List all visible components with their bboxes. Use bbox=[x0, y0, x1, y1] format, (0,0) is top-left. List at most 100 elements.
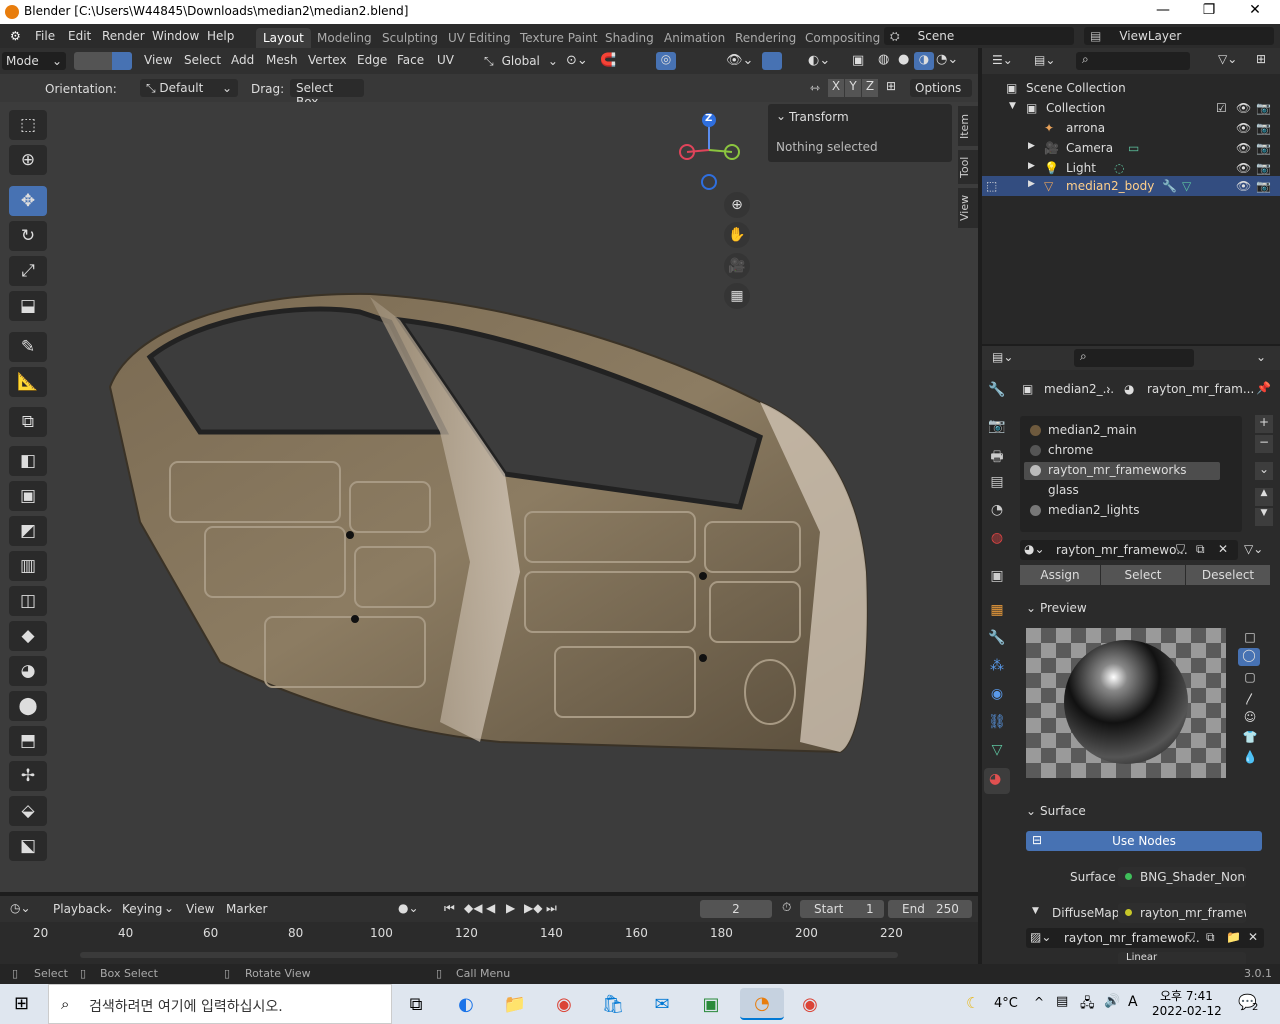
vp-menu-vertex[interactable]: Vertex bbox=[308, 53, 347, 67]
surface-shader-field[interactable]: BNG_Shader_NonO... bbox=[1118, 867, 1246, 887]
diffusemap-field[interactable]: rayton_mr_framew... bbox=[1118, 903, 1246, 923]
pivot-icon[interactable]: ⊙⌄ bbox=[566, 53, 588, 68]
menu-render[interactable]: Render bbox=[102, 29, 145, 43]
store-icon[interactable]: 🛍 bbox=[597, 988, 629, 1020]
smooth-tool-icon[interactable]: ⬤ bbox=[9, 691, 47, 721]
rendered-shading-icon[interactable]: ◔⌄ bbox=[936, 52, 958, 67]
camera-render-icon[interactable]: 📷 bbox=[1256, 161, 1271, 175]
preview-cloth-icon[interactable]: 👕 bbox=[1240, 730, 1260, 744]
open-folder-icon[interactable]: 📁 bbox=[1226, 930, 1241, 944]
taskbar-search-box[interactable]: ⌕ 검색하려면 여기에 입력하십시오. bbox=[48, 984, 392, 1024]
start-frame-field[interactable]: Start 1 bbox=[800, 900, 884, 918]
visibility-icon[interactable]: 👁⌄ bbox=[726, 53, 753, 68]
tab-sculpting[interactable]: Sculpting bbox=[375, 28, 445, 48]
output-tab-icon[interactable]: 🖶 bbox=[986, 446, 1008, 468]
duplicate-icon[interactable]: ⧉ bbox=[1206, 930, 1215, 945]
overlay-icon[interactable]: ◐⌄ bbox=[808, 53, 830, 68]
constraints-tab-icon[interactable]: ⛓ bbox=[986, 714, 1008, 736]
task-view-icon[interactable]: ⧉ bbox=[400, 988, 432, 1020]
data-tab-icon[interactable]: ▽ bbox=[986, 742, 1008, 764]
material-slot-chrome[interactable]: chrome bbox=[1022, 440, 1222, 460]
cursor-tool-icon[interactable]: ⊕ bbox=[9, 145, 47, 175]
network-icon[interactable]: 🖧 bbox=[1080, 994, 1095, 1016]
outliner-item-arrona[interactable]: ✦ arrona 👁 📷 bbox=[982, 118, 1280, 138]
clock-time[interactable]: 오후 7:41 bbox=[1160, 987, 1213, 1004]
expand-arrow-icon[interactable]: ▶ bbox=[1028, 161, 1035, 171]
material-browse-icon[interactable]: ◕⌄ bbox=[1024, 542, 1045, 556]
timeline-scrollbar[interactable] bbox=[80, 952, 898, 958]
blender-taskbar-icon[interactable]: ◔ bbox=[740, 988, 784, 1020]
world-tab-icon[interactable]: ◍ bbox=[986, 530, 1008, 552]
eye-icon[interactable]: 👁 bbox=[1236, 161, 1251, 175]
play-reverse-icon[interactable]: ◀ bbox=[486, 901, 495, 915]
preview-cube-icon[interactable]: ▢ bbox=[1240, 670, 1260, 684]
mail-icon[interactable]: ✉ bbox=[646, 988, 678, 1020]
edge-browser-icon[interactable]: ◐ bbox=[450, 988, 482, 1020]
render-tab-icon[interactable]: 📷 bbox=[986, 418, 1008, 440]
wireframe-shading-icon[interactable]: ◍ bbox=[878, 52, 889, 67]
preview-monkey-icon[interactable]: ☺ bbox=[1240, 710, 1260, 724]
material-slot-median2-lights[interactable]: median2_lights bbox=[1022, 500, 1222, 520]
3d-viewport[interactable]: Z ⊕ ✋ 🎥 ▦ ⌄ Transform Nothing selected bbox=[0, 102, 978, 892]
eye-icon[interactable]: 👁 bbox=[1236, 141, 1251, 155]
tab-shading[interactable]: Shading bbox=[598, 28, 661, 48]
move-slot-up-button[interactable]: ▲ bbox=[1255, 488, 1273, 506]
snap-icon[interactable]: 🧲 bbox=[600, 53, 616, 68]
maximize-button[interactable]: ❐ bbox=[1186, 2, 1232, 18]
tab-layout[interactable]: Layout bbox=[256, 28, 311, 48]
expand-arrow-icon[interactable]: ▼ bbox=[1032, 906, 1039, 916]
playback-menu[interactable]: Playback bbox=[53, 902, 107, 916]
loop-cut-tool-icon[interactable]: ▥ bbox=[9, 551, 47, 581]
chevron-down-icon[interactable]: ⌄ bbox=[1256, 350, 1266, 364]
filter-icon[interactable]: ▽⌄ bbox=[1218, 52, 1237, 66]
rip-tool-icon[interactable]: ⬕ bbox=[9, 831, 47, 861]
timeline-ruler[interactable]: 20 40 60 80 100 120 140 160 180 200 220 bbox=[0, 922, 978, 942]
proportional-edit-button[interactable]: ◎ bbox=[656, 52, 676, 70]
vp-menu-mesh[interactable]: Mesh bbox=[266, 53, 298, 67]
tab-animation[interactable]: Animation bbox=[657, 28, 732, 48]
duplicate-icon[interactable]: ⧉ bbox=[1196, 542, 1205, 557]
fake-user-shield-icon[interactable]: ⛉ bbox=[1176, 542, 1185, 557]
tab-compositing[interactable]: Compositing bbox=[798, 28, 887, 48]
options-dropdown[interactable]: Options bbox=[910, 79, 972, 97]
physics-tab-icon[interactable]: ◉ bbox=[986, 686, 1008, 708]
material-shading-button[interactable]: ◑ bbox=[914, 52, 934, 70]
poly-build-tool-icon[interactable]: ◆ bbox=[9, 621, 47, 651]
tab-view[interactable]: View bbox=[958, 188, 978, 228]
editor-type-icon[interactable]: ▤⌄ bbox=[992, 350, 1013, 364]
file-explorer-icon[interactable]: 📁 bbox=[499, 988, 531, 1020]
deselect-button[interactable]: Deselect bbox=[1186, 565, 1270, 585]
clock-date[interactable]: 2022-02-12 bbox=[1152, 1004, 1222, 1018]
edge-slide-tool-icon[interactable]: ⬒ bbox=[9, 726, 47, 756]
knife-tool-icon[interactable]: ◫ bbox=[9, 586, 47, 616]
mirror-x-button[interactable]: X bbox=[828, 79, 844, 97]
record-icon[interactable]: ●⌄ bbox=[398, 901, 419, 915]
prev-keyframe-icon[interactable]: ◆◀ bbox=[464, 901, 482, 915]
tab-rendering[interactable]: Rendering bbox=[728, 28, 803, 48]
eye-icon[interactable]: 👁 bbox=[1236, 101, 1251, 115]
fake-user-shield-icon[interactable]: ⛉ bbox=[1186, 930, 1195, 945]
preview-fluid-icon[interactable]: 💧 bbox=[1240, 750, 1260, 764]
unlink-icon[interactable]: ✕ bbox=[1248, 930, 1258, 944]
jump-start-icon[interactable]: ⏮ bbox=[444, 901, 455, 916]
material-slot-rayton-mr-frameworks[interactable]: rayton_mr_frameworks bbox=[1022, 460, 1222, 480]
select-button[interactable]: Select bbox=[1101, 565, 1185, 585]
tool-tab-icon[interactable]: 🔧 bbox=[986, 382, 1008, 404]
move-slot-down-button[interactable]: ▼ bbox=[1255, 508, 1273, 526]
tab-modeling[interactable]: Modeling bbox=[310, 28, 379, 48]
collapse-arrow-icon[interactable]: ⌄ bbox=[1026, 804, 1036, 818]
mirror-z-button[interactable]: Z bbox=[862, 79, 878, 97]
material-slot-median2-main[interactable]: median2_main bbox=[1022, 420, 1222, 440]
add-slot-button[interactable]: + bbox=[1255, 415, 1273, 433]
particles-tab-icon[interactable]: ⁂ bbox=[986, 658, 1008, 680]
image-browse-icon[interactable]: ▨⌄ bbox=[1030, 930, 1051, 944]
camera-render-icon[interactable]: 📷 bbox=[1256, 179, 1271, 193]
outliner-item-light[interactable]: ▶ 💡 Light ◌ 👁 📷 bbox=[982, 158, 1280, 178]
link-type-icon[interactable]: ▽⌄ bbox=[1244, 542, 1263, 556]
material-name[interactable]: rayton_mr_framewo... bbox=[1056, 543, 1188, 557]
tab-uv-editing[interactable]: UV Editing bbox=[441, 28, 518, 48]
menu-edit[interactable]: Edit bbox=[68, 29, 91, 43]
view-layer-tab-icon[interactable]: ▤ bbox=[986, 474, 1008, 496]
windows-start-icon[interactable]: ⊞ bbox=[14, 993, 29, 1014]
transform-tool-icon[interactable]: ⬓ bbox=[9, 291, 47, 321]
